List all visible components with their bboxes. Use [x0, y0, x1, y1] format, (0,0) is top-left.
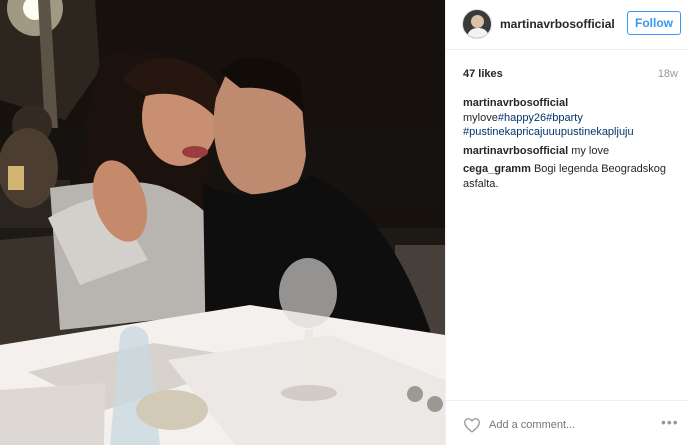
comment-3: cega_gramm Bogi legenda Beogradskog asfa… [463, 162, 681, 191]
post-photo[interactable] [0, 0, 445, 445]
instagram-post-view: martinavrbosofficial Follow 47 likes 18w… [0, 0, 688, 445]
profile-avatar[interactable] [462, 9, 492, 39]
comment-1: martinavrbosofficial mylove#happy26#bpar… [463, 96, 681, 140]
avatar-face [471, 15, 484, 28]
post-photo-drawing [0, 0, 445, 445]
comment-2: martinavrbosofficial my love [463, 144, 681, 159]
comment-2-text: my love [571, 144, 610, 157]
comment-3-username[interactable]: cega_gramm [463, 163, 531, 175]
likes-count[interactable]: 47 likes [463, 68, 503, 80]
post-header: martinavrbosofficial Follow [446, 0, 688, 50]
post-sidebar: martinavrbosofficial Follow 47 likes 18w… [445, 0, 688, 445]
more-options-icon[interactable]: ••• [661, 414, 679, 430]
follow-button[interactable]: Follow [627, 11, 681, 35]
post-age: 18w [657, 68, 678, 80]
comment-2-username[interactable]: martinavrbosofficial [463, 145, 568, 157]
comment-1-text: mylove [463, 111, 498, 124]
post-footer: ••• [446, 400, 688, 445]
comments-list: martinavrbosofficial mylove#happy26#bpar… [463, 96, 681, 195]
add-comment-input[interactable] [489, 416, 639, 434]
heart-icon[interactable] [463, 417, 481, 433]
comment-1-username[interactable]: martinavrbosofficial [463, 97, 568, 109]
avatar-shoulders [467, 28, 489, 38]
post-username[interactable]: martinavrbosofficial [500, 17, 615, 31]
